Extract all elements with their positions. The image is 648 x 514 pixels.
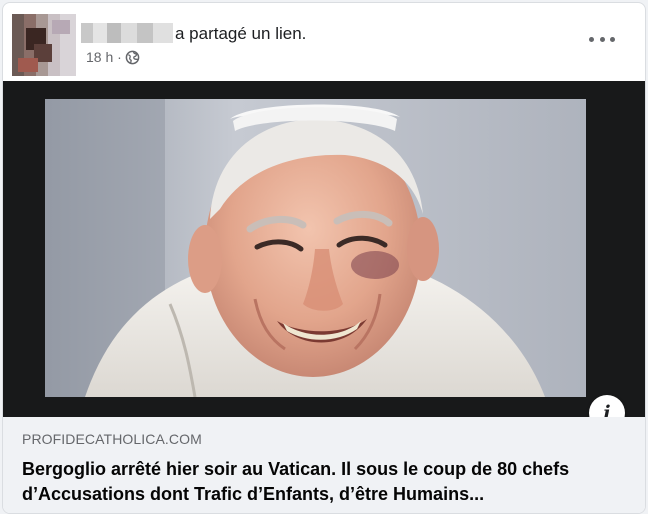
- avatar[interactable]: [12, 14, 76, 76]
- post-card: a partagé un lien. 18 h · i PROFIDECATHO…: [2, 2, 646, 514]
- author-name-blurred[interactable]: [81, 23, 173, 43]
- link-preview-image-area[interactable]: i: [3, 81, 645, 431]
- post-header: a partagé un lien. 18 h ·: [3, 3, 645, 81]
- link-title[interactable]: Bergoglio arrêté hier soir au Vatican. I…: [22, 457, 622, 507]
- link-preview-caption[interactable]: PROFIDECATHOLICA.COM Bergoglio arrêté hi…: [3, 417, 645, 513]
- more-options-icon[interactable]: [589, 29, 615, 49]
- globe-icon: [125, 50, 140, 64]
- link-domain[interactable]: PROFIDECATHOLICA.COM: [22, 431, 202, 447]
- post-timestamp[interactable]: 18 h ·: [86, 49, 140, 65]
- timestamp-text[interactable]: 18 h ·: [86, 49, 122, 65]
- post-action-text: a partagé un lien.: [175, 24, 307, 43]
- link-preview-photo[interactable]: [45, 99, 586, 397]
